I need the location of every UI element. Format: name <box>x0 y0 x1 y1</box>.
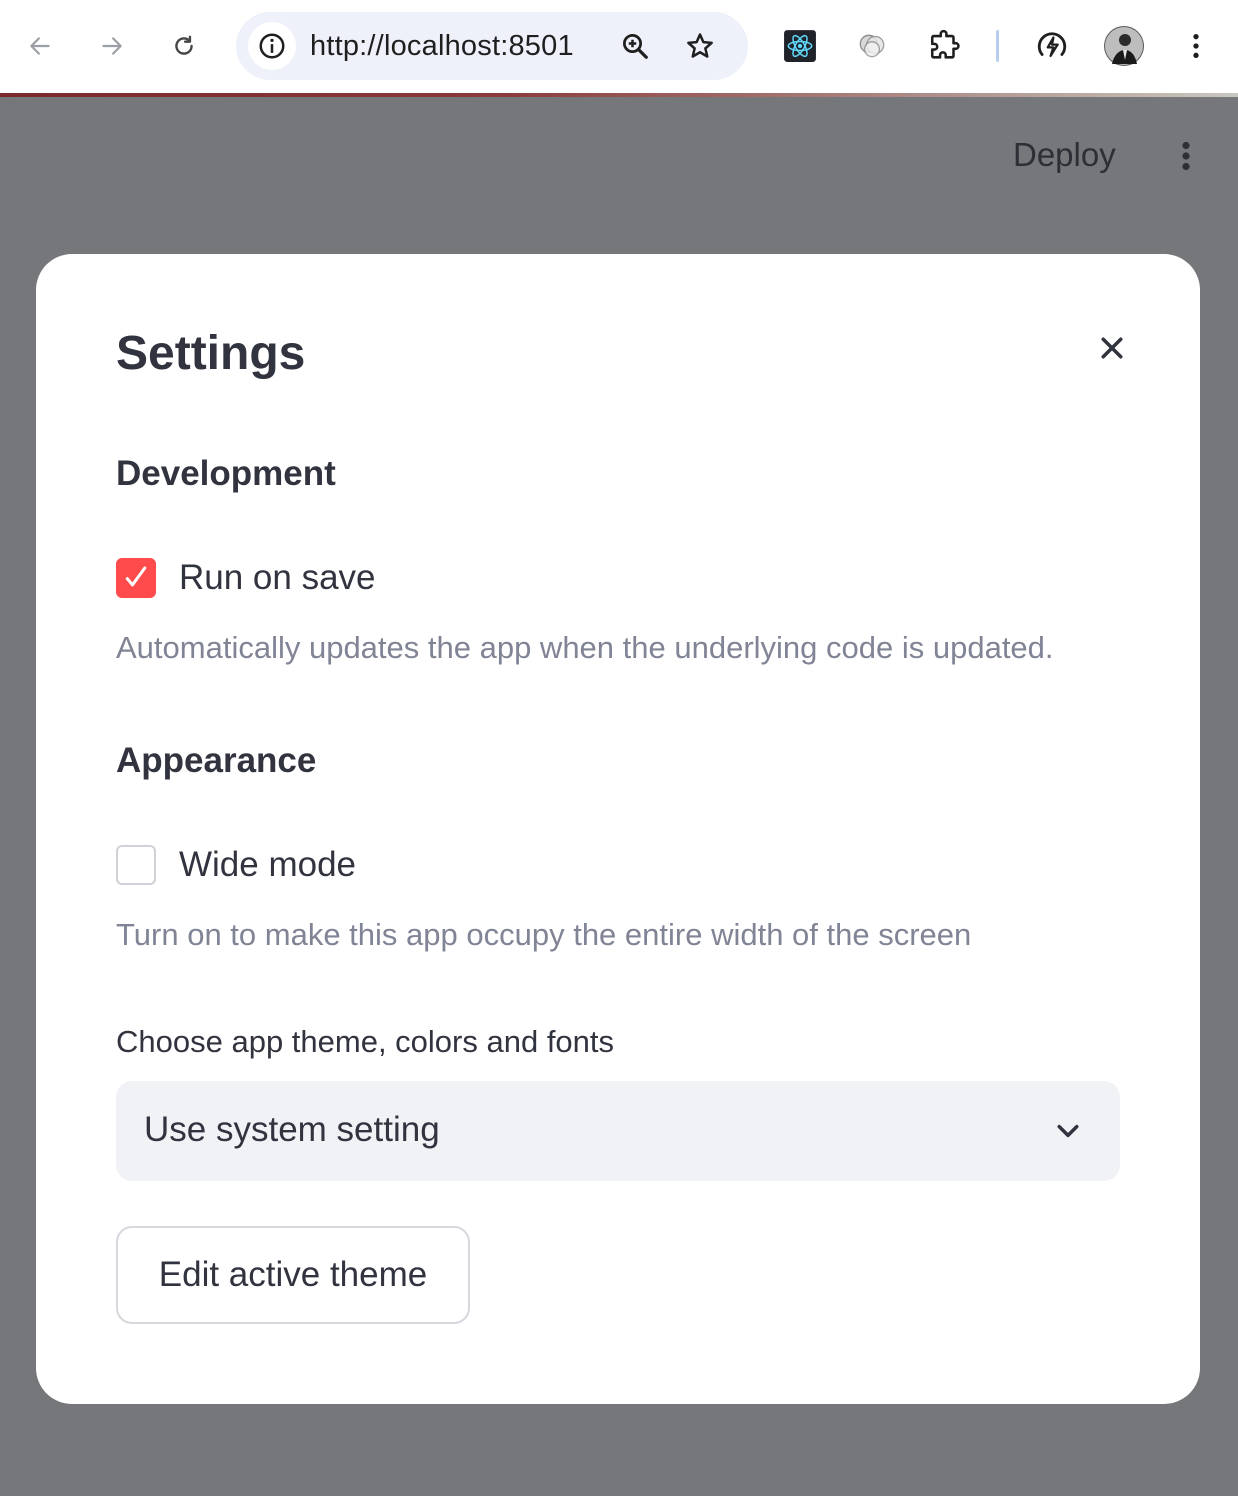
bookmark-star-icon[interactable] <box>682 28 718 64</box>
site-info-icon[interactable] <box>248 22 296 70</box>
more-vert-icon[interactable] <box>1176 26 1216 66</box>
theme-select-value[interactable]: Use system setting <box>144 1110 440 1150</box>
wide-mode-help: Turn on to make this app occupy the enti… <box>116 917 972 952</box>
forward-arrow-icon[interactable] <box>88 22 136 70</box>
react-devtools-icon[interactable] <box>780 26 820 66</box>
dialog-title: Settings <box>116 327 306 380</box>
run-on-save-checkbox[interactable] <box>116 558 156 598</box>
wide-mode-checkbox-row[interactable]: Wide mode <box>116 844 356 886</box>
run-on-save-label[interactable]: Run on save <box>179 558 376 598</box>
main-menu-icon[interactable] <box>1166 132 1206 180</box>
url-text[interactable]: http://localhost:8501 <box>310 30 574 63</box>
theme-select[interactable]: Use system setting <box>116 1081 1120 1181</box>
development-heading: Development <box>116 454 336 493</box>
close-icon[interactable] <box>1090 326 1134 370</box>
browser-toolbar: http://localhost:8501 <box>0 0 1238 93</box>
deploy-button[interactable]: Deploy <box>1013 136 1116 174</box>
performance-icon[interactable] <box>1032 26 1072 66</box>
checkmark-icon <box>125 566 147 587</box>
theme-select-label: Choose app theme, colors and fonts <box>116 1024 615 1059</box>
profile-avatar[interactable] <box>1104 26 1144 66</box>
run-on-save-checkbox-row[interactable]: Run on save <box>116 557 376 599</box>
zoom-icon[interactable] <box>617 28 653 64</box>
address-bar[interactable]: http://localhost:8501 <box>236 12 748 80</box>
reload-icon[interactable] <box>160 22 208 70</box>
wide-mode-checkbox[interactable] <box>116 845 156 885</box>
puzzle-extensions-icon[interactable] <box>925 26 965 66</box>
appearance-heading: Appearance <box>116 741 317 780</box>
wide-mode-label[interactable]: Wide mode <box>179 845 356 885</box>
back-arrow-icon[interactable] <box>16 22 64 70</box>
settings-dialog: Settings Development Run on save Automat… <box>36 254 1200 1404</box>
run-on-save-help: Automatically updates the app when the u… <box>116 630 1054 665</box>
chevron-down-icon[interactable] <box>1052 1115 1084 1147</box>
extension-icon[interactable] <box>852 26 892 66</box>
toolbar-divider <box>996 30 999 62</box>
edit-active-theme-button[interactable]: Edit active theme <box>116 1226 470 1324</box>
